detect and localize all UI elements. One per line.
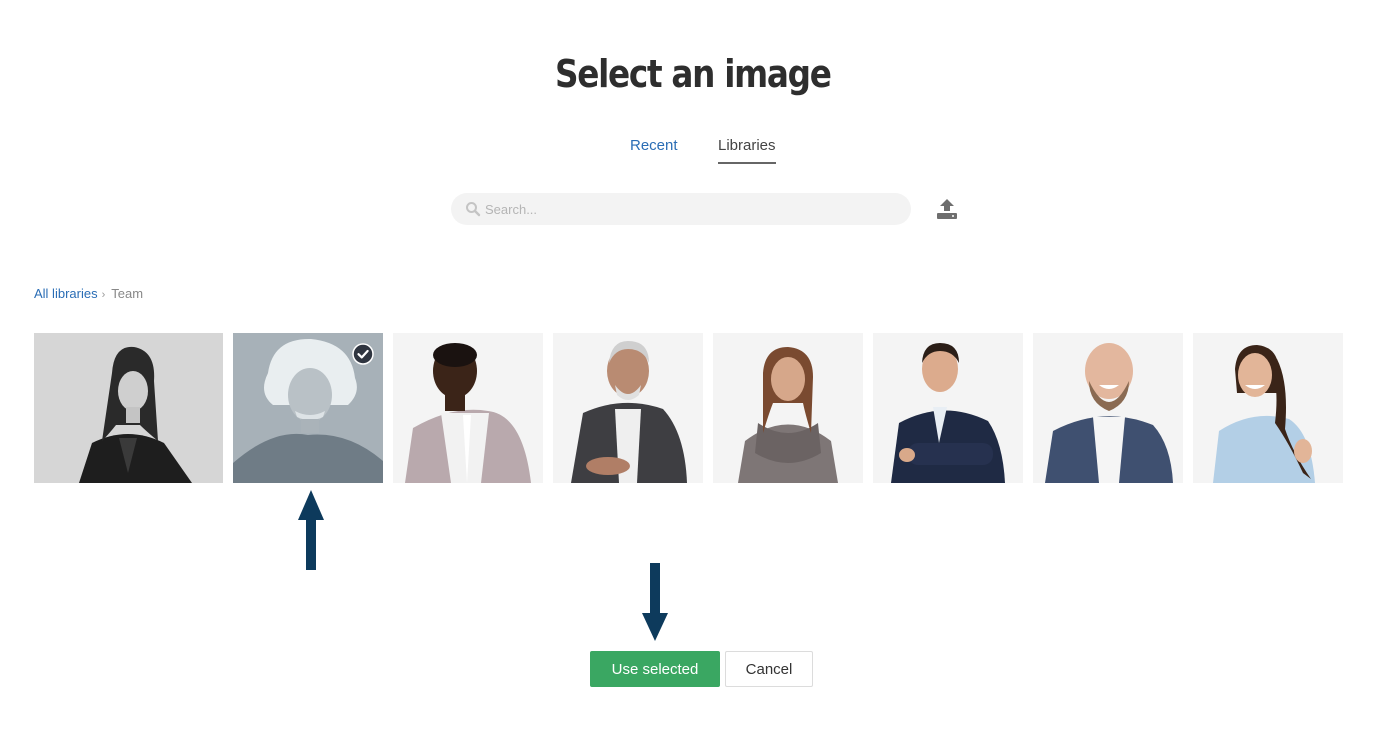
annotation-arrow-down-icon [642, 563, 668, 641]
breadcrumb: All libraries › Team [34, 286, 143, 303]
portrait-image [713, 333, 863, 483]
image-grid [0, 333, 1382, 483]
image-thumb[interactable] [393, 333, 543, 483]
cancel-button[interactable]: Cancel [725, 651, 813, 687]
portrait-image [1193, 333, 1343, 483]
portrait-image [553, 333, 703, 483]
breadcrumb-all-libraries[interactable]: All libraries [34, 286, 98, 301]
image-thumb[interactable] [1033, 333, 1183, 483]
portrait-image [34, 333, 223, 483]
image-thumb[interactable] [873, 333, 1023, 483]
tab-libraries[interactable]: Libraries [718, 136, 776, 164]
upload-icon [937, 199, 957, 219]
tab-recent[interactable]: Recent [630, 136, 678, 162]
tab-bar: Recent Libraries [0, 136, 1382, 166]
image-thumb-selected[interactable] [233, 333, 383, 483]
checkmark-icon [352, 343, 374, 365]
portrait-image [873, 333, 1023, 483]
upload-button[interactable] [934, 196, 960, 222]
search-icon [466, 202, 481, 217]
portrait-image [1033, 333, 1183, 483]
image-thumb[interactable] [1193, 333, 1343, 483]
image-thumb[interactable] [34, 333, 223, 483]
portrait-image [393, 333, 543, 483]
breadcrumb-current: Team [111, 286, 144, 301]
dialog-title: Select an image [554, 52, 832, 96]
search-input[interactable] [485, 193, 895, 225]
search-bar[interactable] [451, 193, 911, 225]
image-thumb[interactable] [713, 333, 863, 483]
image-thumb[interactable] [553, 333, 703, 483]
annotation-arrow-up-icon [298, 490, 324, 570]
use-selected-button[interactable]: Use selected [590, 651, 720, 687]
breadcrumb-separator: › [101, 289, 106, 301]
